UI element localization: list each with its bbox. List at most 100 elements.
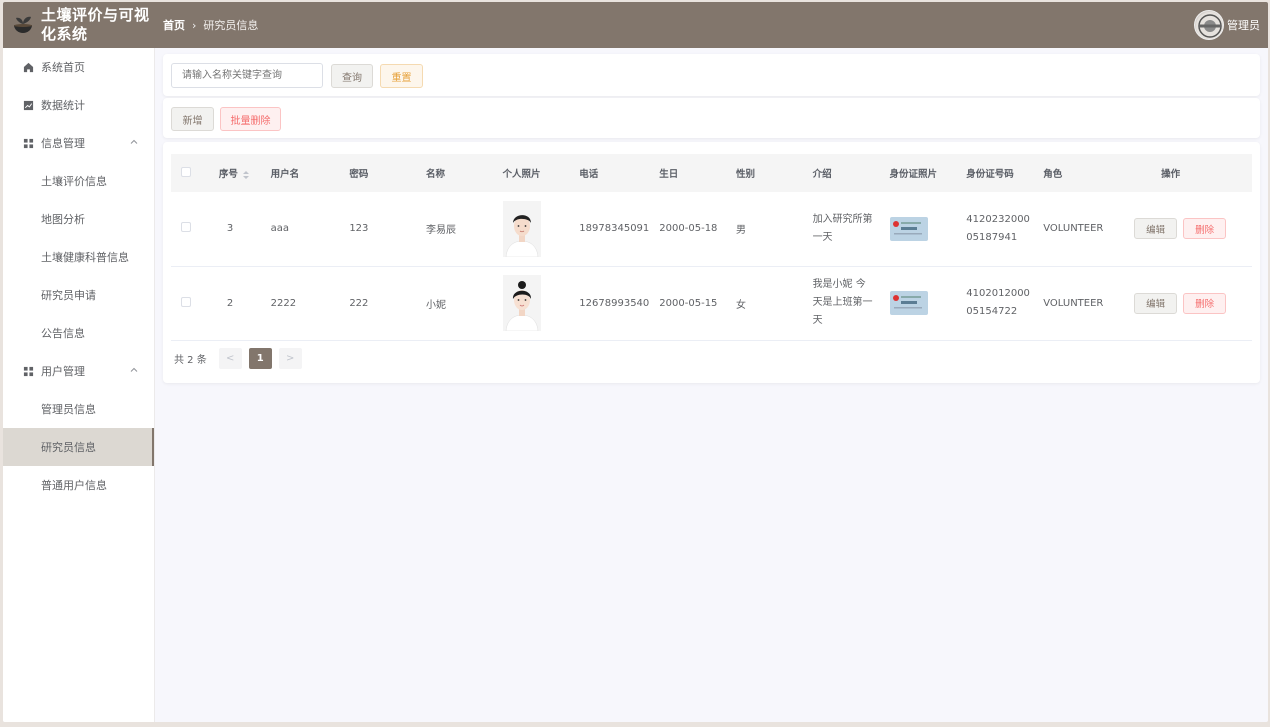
delete-button[interactable]: 删除 xyxy=(1183,218,1227,240)
grid-icon xyxy=(23,138,34,148)
user-name: 管理员 xyxy=(1227,19,1260,32)
app-title: 土壤评价与可视化系统 xyxy=(41,6,150,43)
sidebar-group-users[interactable]: 用户管理 xyxy=(3,352,154,390)
sidebar-item-notice[interactable]: 公告信息 xyxy=(3,314,154,352)
sidebar-item-label: 地图分析 xyxy=(41,213,85,226)
soil-logo-icon xyxy=(14,16,32,33)
col-header-phone: 电话 xyxy=(579,169,599,180)
select-all-checkbox[interactable] xyxy=(181,166,191,177)
chevron-up-icon xyxy=(130,139,138,144)
col-header-intro: 介绍 xyxy=(812,169,832,180)
col-header-photo: 个人照片 xyxy=(502,169,541,180)
sidebar-item-science[interactable]: 土壤健康科普信息 xyxy=(3,238,154,276)
logo: 土壤评价与可视化系统 xyxy=(3,2,155,48)
cell-intro: 我是小妮 今天是上班第一天 xyxy=(803,266,880,340)
sidebar-item-label: 研究员申请 xyxy=(41,289,96,302)
top-header: 土壤评价与可视化系统 首页 › 研究员信息 管理员 xyxy=(3,2,1268,48)
breadcrumb-current: 研究员信息 xyxy=(203,19,259,32)
person-photo[interactable] xyxy=(502,275,541,331)
cell-operation: 编辑 删除 xyxy=(1124,266,1252,340)
cell-idcard-photo xyxy=(880,192,957,266)
page-button-1[interactable]: 1 xyxy=(248,348,272,369)
chart-icon xyxy=(23,100,34,110)
action-panel: 新增 批量删除 xyxy=(163,98,1260,138)
next-page-button[interactable]: > xyxy=(278,348,302,369)
prev-page-button[interactable]: < xyxy=(218,348,242,369)
col-header-operation: 操作 xyxy=(1161,169,1181,180)
edit-button[interactable]: 编辑 xyxy=(1134,292,1178,314)
sidebar-item-label: 土壤健康科普信息 xyxy=(41,251,129,264)
edit-button[interactable]: 编辑 xyxy=(1134,218,1178,240)
col-header-idcard-photo: 身份证照片 xyxy=(889,169,938,180)
intro-text: 我是小妮 今天是上班第一天 xyxy=(812,279,873,326)
home-icon xyxy=(23,62,34,72)
sidebar-item-apply[interactable]: 研究员申请 xyxy=(3,276,154,314)
cell-phone: 12678993540 xyxy=(579,297,650,309)
cell-gender: 男 xyxy=(736,225,746,237)
person-photo[interactable] xyxy=(502,200,541,257)
seal-avatar-icon xyxy=(1196,12,1223,39)
cell-intro: 加入研究所第一天 xyxy=(803,192,880,266)
avatar xyxy=(1194,10,1224,40)
researcher-table: 序号 用户名 密码 名称 个人照片 电话 生日 性别 介绍 身份证照片 身份证号… xyxy=(171,154,1252,341)
cell-role: VOLUNTEER xyxy=(1043,297,1104,309)
sort-icon[interactable] xyxy=(242,170,250,180)
intro-text: 加入研究所第一天 xyxy=(812,213,873,243)
cell-id: 3 xyxy=(226,223,234,235)
sidebar-item-stats[interactable]: 数据统计 xyxy=(3,86,154,124)
pagination: 共 2 条 < 1 > xyxy=(174,348,309,369)
idno-text: 412023200005187941 xyxy=(966,213,1030,243)
col-header-label: 序号 xyxy=(218,169,238,180)
cell-username: 2222 xyxy=(270,297,297,309)
delete-button[interactable]: 删除 xyxy=(1183,292,1227,314)
sidebar-item-label: 研究员信息 xyxy=(41,441,96,454)
search-panel: 查询 重置 xyxy=(163,54,1260,96)
col-header-id[interactable]: 序号 xyxy=(209,154,261,192)
col-header-idno: 身份证号码 xyxy=(966,169,1014,180)
col-header-gender: 性别 xyxy=(736,169,756,180)
sidebar-item-label: 公告信息 xyxy=(41,327,85,340)
chevron-up-icon xyxy=(130,367,138,372)
reset-button[interactable]: 重置 xyxy=(380,64,423,88)
sidebar-group-info[interactable]: 信息管理 xyxy=(3,124,154,162)
cell-birthday: 2000-05-18 xyxy=(659,223,718,235)
cell-photo xyxy=(493,192,570,266)
cell-gender: 女 xyxy=(736,299,746,311)
app-window: 土壤评价与可视化系统 首页 › 研究员信息 管理员 系统首页 数据统计 信息管理… xyxy=(3,2,1268,722)
breadcrumb-home[interactable]: 首页 xyxy=(163,17,185,33)
id-card-photo[interactable] xyxy=(889,291,928,315)
sidebar-item-map[interactable]: 地图分析 xyxy=(3,200,154,238)
sidebar-item-researcher[interactable]: 研究员信息 xyxy=(3,428,154,466)
sidebar-item-soil-eval[interactable]: 土壤评价信息 xyxy=(3,162,154,200)
table-header-row: 序号 用户名 密码 名称 个人照片 电话 生日 性别 介绍 身份证照片 身份证号… xyxy=(171,154,1252,192)
query-button[interactable]: 查询 xyxy=(331,64,373,88)
chevron-right-icon: › xyxy=(192,18,197,32)
idno-text: 410201200005154722 xyxy=(966,288,1030,317)
col-header-username: 用户名 xyxy=(270,169,300,180)
sidebar-item-home[interactable]: 系统首页 xyxy=(3,48,154,86)
cell-idcard-photo xyxy=(880,266,957,340)
sidebar-item-user[interactable]: 普通用户信息 xyxy=(3,466,154,504)
cell-birthday: 2000-05-15 xyxy=(659,297,718,309)
table-row: 3 aaa 123 李易辰 18978345091 2000-05-18 男 加… xyxy=(171,192,1252,266)
id-card-photo[interactable] xyxy=(889,216,928,241)
cell-password: 222 xyxy=(349,297,369,309)
row-checkbox[interactable] xyxy=(181,296,191,307)
sidebar-item-label: 土壤评价信息 xyxy=(41,175,107,188)
cell-phone: 18978345091 xyxy=(579,223,650,235)
search-input[interactable] xyxy=(171,63,323,88)
row-checkbox[interactable] xyxy=(181,222,191,233)
sidebar-item-label: 系统首页 xyxy=(41,61,85,74)
table-row: 2 2222 222 小妮 12678993540 2000-05-15 女 我… xyxy=(171,266,1252,340)
cell-role: VOLUNTEER xyxy=(1043,223,1104,235)
sidebar-item-admin[interactable]: 管理员信息 xyxy=(3,390,154,428)
add-button[interactable]: 新增 xyxy=(171,107,214,131)
col-header-role: 角色 xyxy=(1043,169,1063,180)
cell-idno: 410201200005154722 xyxy=(956,266,1033,340)
user-menu[interactable]: 管理员 xyxy=(1194,10,1260,40)
col-header-name: 名称 xyxy=(425,169,445,180)
col-header-password: 密码 xyxy=(349,169,369,180)
batch-delete-button[interactable]: 批量删除 xyxy=(220,107,281,131)
breadcrumb: 首页 › 研究员信息 xyxy=(163,17,258,33)
sidebar: 系统首页 数据统计 信息管理 土壤评价信息 地图分析 土壤健康科普信息 研究员申… xyxy=(3,48,155,722)
